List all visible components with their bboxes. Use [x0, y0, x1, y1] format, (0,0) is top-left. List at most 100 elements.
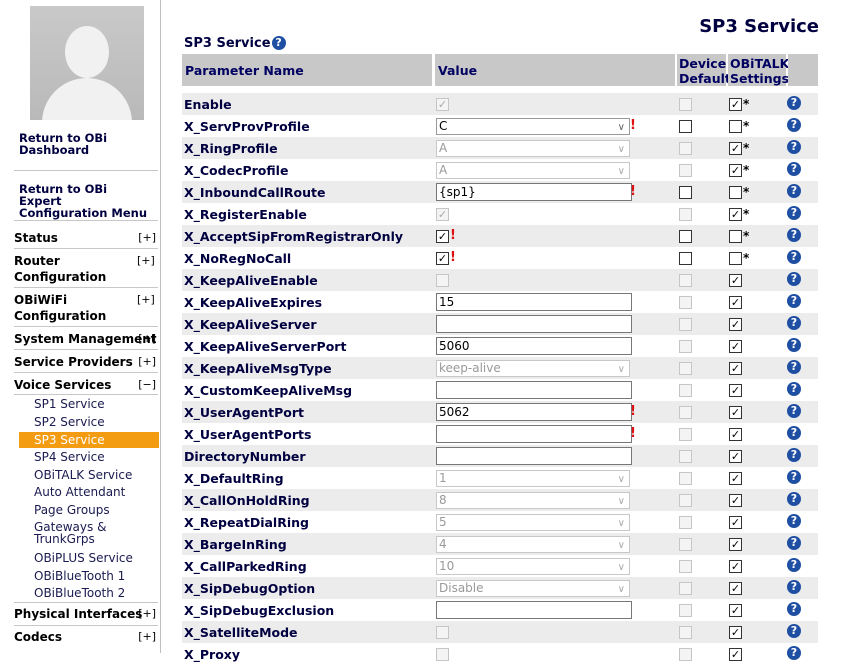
device-default-checkbox[interactable]: [679, 164, 692, 177]
help-icon[interactable]: ?: [787, 602, 801, 616]
obitalk-settings-checkbox[interactable]: ✓: [729, 472, 742, 485]
help-icon[interactable]: ?: [787, 272, 801, 286]
param-text-input[interactable]: [436, 447, 632, 465]
device-default-checkbox[interactable]: [679, 494, 692, 507]
help-icon[interactable]: ?: [787, 536, 801, 550]
voice-item-gateways[interactable]: Gateways & TrunkGrps: [34, 521, 114, 545]
voice-item-page-groups[interactable]: Page Groups: [34, 503, 110, 517]
param-text-input[interactable]: 15: [436, 293, 632, 311]
menu-status[interactable]: Status [+]: [14, 230, 158, 246]
obitalk-settings-checkbox[interactable]: ✓: [729, 582, 742, 595]
param-checkbox[interactable]: ✓: [436, 230, 449, 243]
help-icon[interactable]: ?: [787, 580, 801, 594]
param-select[interactable]: Disable ∨: [436, 580, 630, 597]
voice-item-obibluetooth-2[interactable]: OBiBlueTooth 2: [34, 586, 125, 600]
obitalk-settings-checkbox[interactable]: ✓: [729, 516, 742, 529]
help-icon[interactable]: ?: [787, 646, 801, 660]
menu-obiwifi-configuration[interactable]: OBiWiFi Configuration: [14, 292, 124, 324]
help-icon[interactable]: ?: [787, 448, 801, 462]
param-select[interactable]: 1 ∨: [436, 470, 630, 487]
device-default-checkbox[interactable]: [679, 450, 692, 463]
voice-item-obiplus[interactable]: OBiPLUS Service: [34, 551, 133, 565]
menu-system-management[interactable]: System Management [+]: [14, 331, 158, 347]
obitalk-settings-checkbox[interactable]: ✓: [729, 98, 742, 111]
device-default-checkbox[interactable]: [679, 120, 692, 133]
param-select[interactable]: keep-alive ∨: [436, 360, 630, 377]
obitalk-settings-checkbox[interactable]: ✓: [729, 274, 742, 287]
help-icon[interactable]: ?: [787, 162, 801, 176]
param-text-input[interactable]: [436, 601, 632, 619]
param-text-input[interactable]: [436, 315, 632, 333]
obitalk-settings-checkbox[interactable]: ✓: [729, 296, 742, 309]
param-text-input[interactable]: [436, 425, 632, 443]
device-default-checkbox[interactable]: [679, 362, 692, 375]
param-checkbox[interactable]: [436, 648, 449, 661]
help-icon[interactable]: ?: [271, 36, 286, 50]
return-dashboard-link[interactable]: Return to OBi Dashboard: [19, 132, 139, 156]
device-default-checkbox[interactable]: [679, 318, 692, 331]
device-default-checkbox[interactable]: [679, 582, 692, 595]
device-default-checkbox[interactable]: [679, 472, 692, 485]
help-icon[interactable]: ?: [787, 250, 801, 264]
param-checkbox[interactable]: ✓: [436, 252, 449, 265]
device-default-checkbox[interactable]: [679, 340, 692, 353]
voice-item-obibluetooth-1[interactable]: OBiBlueTooth 1: [34, 569, 125, 583]
voice-item-auto-attendant[interactable]: Auto Attendant: [34, 485, 125, 499]
param-text-input[interactable]: 5060: [436, 337, 632, 355]
obitalk-settings-checkbox[interactable]: ✓: [729, 626, 742, 639]
obitalk-settings-checkbox[interactable]: ✓: [729, 450, 742, 463]
voice-item-obitalk[interactable]: OBiTALK Service: [34, 468, 132, 482]
obitalk-settings-checkbox[interactable]: ✓: [729, 560, 742, 573]
help-icon[interactable]: ?: [787, 404, 801, 418]
return-expert-config-link[interactable]: Return to OBi Expert Configuration Menu: [19, 183, 149, 219]
device-default-checkbox[interactable]: [679, 560, 692, 573]
param-select[interactable]: A ∨: [436, 140, 630, 157]
device-default-checkbox[interactable]: [679, 384, 692, 397]
help-icon[interactable]: ?: [787, 558, 801, 572]
obitalk-settings-checkbox[interactable]: [729, 230, 742, 243]
param-select[interactable]: 5 ∨: [436, 514, 630, 531]
help-icon[interactable]: ?: [787, 470, 801, 484]
obitalk-settings-checkbox[interactable]: ✓: [729, 164, 742, 177]
device-default-checkbox[interactable]: [679, 230, 692, 243]
param-text-input[interactable]: [436, 381, 632, 399]
expand-toggle[interactable]: [+]: [137, 253, 156, 269]
voice-item-sp2[interactable]: SP2 Service: [34, 415, 105, 429]
menu-voice-services[interactable]: Voice Services [−]: [14, 377, 158, 393]
obitalk-settings-checkbox[interactable]: ✓: [729, 340, 742, 353]
menu-codecs[interactable]: Codecs [+]: [14, 629, 158, 645]
obitalk-settings-checkbox[interactable]: ✓: [729, 384, 742, 397]
obitalk-settings-checkbox[interactable]: ✓: [729, 362, 742, 375]
device-default-checkbox[interactable]: [679, 428, 692, 441]
device-default-checkbox[interactable]: [679, 626, 692, 639]
obitalk-settings-checkbox[interactable]: [729, 186, 742, 199]
obitalk-settings-checkbox[interactable]: ✓: [729, 318, 742, 331]
voice-item-sp4[interactable]: SP4 Service: [34, 450, 105, 464]
voice-item-sp3[interactable]: SP3 Service: [19, 432, 159, 448]
voice-item-sp1[interactable]: SP1 Service: [34, 397, 105, 411]
device-default-checkbox[interactable]: [679, 604, 692, 617]
obitalk-settings-checkbox[interactable]: ✓: [729, 648, 742, 661]
obitalk-settings-checkbox[interactable]: ✓: [729, 494, 742, 507]
help-icon[interactable]: ?: [787, 118, 801, 132]
device-default-checkbox[interactable]: [679, 252, 692, 265]
obitalk-settings-checkbox[interactable]: [729, 252, 742, 265]
help-icon[interactable]: ?: [787, 514, 801, 528]
help-icon[interactable]: ?: [787, 228, 801, 242]
param-text-input[interactable]: {sp1}: [436, 183, 632, 201]
help-icon[interactable]: ?: [787, 140, 801, 154]
device-default-checkbox[interactable]: [679, 98, 692, 111]
help-icon[interactable]: ?: [787, 294, 801, 308]
obitalk-settings-checkbox[interactable]: ✓: [729, 538, 742, 551]
obitalk-settings-checkbox[interactable]: [729, 120, 742, 133]
help-icon[interactable]: ?: [787, 360, 801, 374]
obitalk-settings-checkbox[interactable]: ✓: [729, 208, 742, 221]
device-default-checkbox[interactable]: [679, 296, 692, 309]
device-default-checkbox[interactable]: [679, 538, 692, 551]
menu-physical-interfaces[interactable]: Physical Interfaces [+]: [14, 606, 158, 622]
help-icon[interactable]: ?: [787, 338, 801, 352]
param-checkbox[interactable]: ✓: [436, 98, 449, 111]
param-select[interactable]: A ∨: [436, 162, 630, 179]
help-icon[interactable]: ?: [787, 492, 801, 506]
param-select[interactable]: 10 ∨: [436, 558, 630, 575]
